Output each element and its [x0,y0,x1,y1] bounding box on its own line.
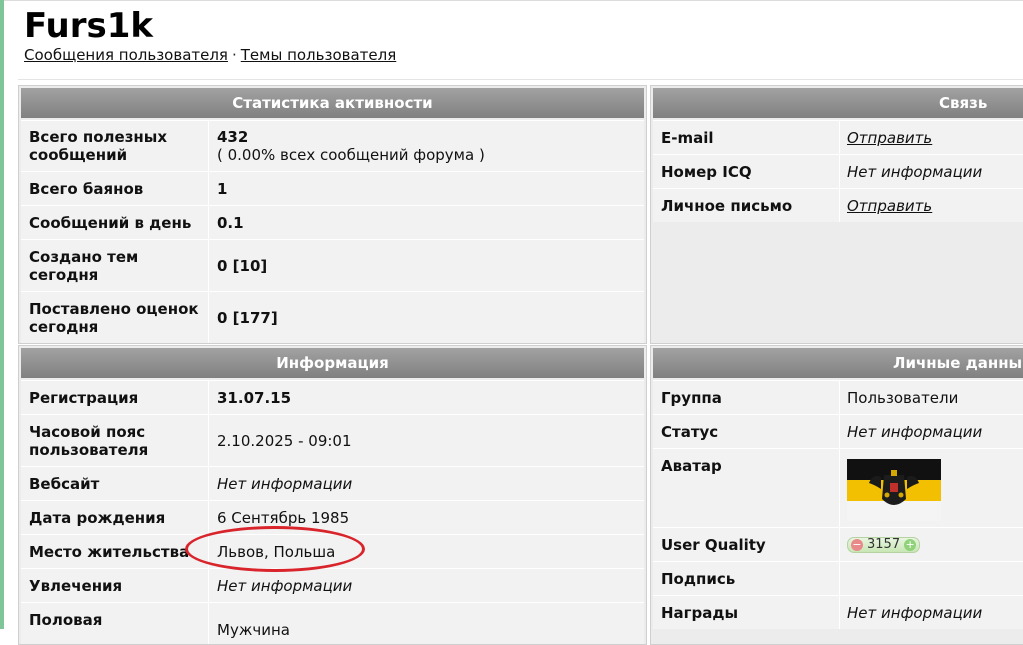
personal-row-awards: Награды Нет информации [653,595,1023,629]
user-topics-link[interactable]: Темы пользователя [241,46,397,64]
activity-stats-panel: Статистика активности Всего полезных сооб… [18,85,647,344]
avatar-image[interactable] [847,459,941,521]
contact-row-email: E-mail Отправить [653,120,1023,154]
stat-row-ratings-today: Поставлено оценок сегодня 0 [177] [21,291,644,343]
stat-label: Всего полезных сообщений [29,128,168,164]
personal-data-panel: Личные данны Группа Пользователи Статус … [650,345,1023,645]
top-border [4,0,1023,1]
stat-value: 432 ( 0.00% всех сообщений форума ) [217,128,485,164]
personal-row-group: Группа Пользователи [653,380,1023,414]
personal-data-header: Личные данны [653,348,1023,378]
stat-row-topics-today: Создано тем сегодня 0 [10] [21,239,644,291]
eagle-emblem-icon [869,470,919,505]
contact-row-pm: Личное письмо Отправить [653,188,1023,222]
profile-links: Сообщения пользователя · Темы пользователя [24,46,396,64]
info-row-gender: Половая Мужчина [21,602,644,644]
info-row-registration: Регистрация 31.07.15 [21,380,644,414]
personal-row-signature: Подпись [653,561,1023,595]
info-row-hobbies: Увлечения Нет информации [21,568,644,602]
stat-row-useful-posts: Всего полезных сообщений 432 ( 0.00% всех… [21,120,644,171]
stat-row-bayans: Всего баянов 1 [21,171,644,205]
activity-stats-header: Статистика активности [21,88,644,118]
links-separator: · [231,46,237,64]
info-row-location: Место жительства Львов, Польша [21,534,644,568]
contact-row-icq: Номер ICQ Нет информации [653,154,1023,188]
contact-header: Связь [653,88,1023,118]
personal-row-user-quality: User Quality − 3157 + [653,527,1023,561]
send-email-link[interactable]: Отправить [847,129,932,147]
send-pm-link[interactable]: Отправить [847,197,932,215]
left-accent-stripe [0,0,4,629]
info-row-birthdate: Дата рождения 6 Сентябрь 1985 [21,500,644,534]
user-posts-link[interactable]: Сообщения пользователя [24,46,228,64]
stat-row-posts-per-day: Сообщений в день 0.1 [21,205,644,239]
information-panel: Информация Регистрация 31.07.15 Часовой … [18,345,647,645]
personal-row-status: Статус Нет информации [653,414,1023,448]
info-row-website: Вебсайт Нет информации [21,466,644,500]
header-rule [18,79,1023,80]
user-quality-score: 3157 [867,536,901,552]
info-row-timezone: Часовой пояс пользователя 2.10.2025 - 09:… [21,414,644,466]
rate-down-button[interactable]: − [851,538,863,551]
personal-row-avatar: Аватар [653,448,1023,527]
rate-up-button[interactable]: + [904,538,917,551]
information-header: Информация [21,348,644,378]
profile-username: Furs1k [24,6,154,46]
contact-panel: Связь E-mail Отправить Номер ICQ Нет инф… [650,85,1023,344]
user-quality-widget: − 3157 + [847,536,921,553]
